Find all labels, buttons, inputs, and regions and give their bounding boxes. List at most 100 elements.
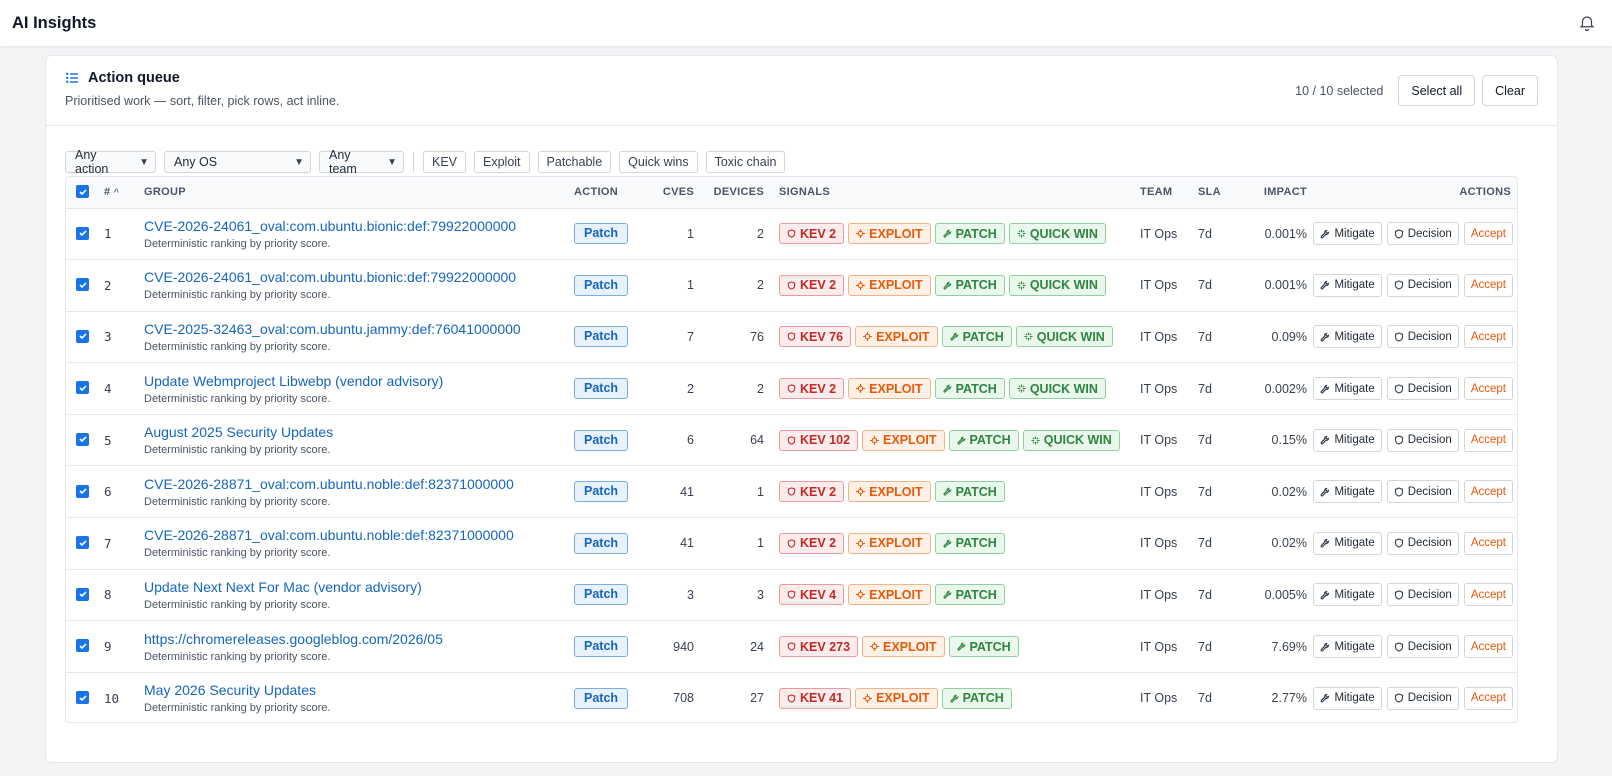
chip-quick-wins[interactable]: Quick wins <box>619 151 698 173</box>
chip-patchable[interactable]: Patchable <box>537 151 612 173</box>
action-header[interactable]: ACTION <box>574 177 640 209</box>
row-checkbox[interactable] <box>76 381 89 395</box>
clear-button[interactable]: Clear <box>1482 75 1538 106</box>
table-row[interactable]: 3 CVE-2025-32463_oval:com.ubuntu.jammy:d… <box>66 311 1517 363</box>
table-row[interactable]: 7 CVE-2026-28871_oval:com.ubuntu.noble:d… <box>66 518 1517 570</box>
accept-button[interactable]: Accept <box>1463 686 1513 710</box>
accept-button[interactable]: Accept <box>1463 583 1513 607</box>
row-checkbox[interactable] <box>76 484 89 498</box>
row-checkbox[interactable] <box>76 536 89 550</box>
accept-button[interactable]: Accept <box>1463 377 1513 401</box>
row-checkbox-cell[interactable] <box>66 363 104 415</box>
table-row[interactable]: 6 CVE-2026-28871_oval:com.ubuntu.noble:d… <box>66 466 1517 518</box>
group-link[interactable]: CVE-2026-24061_oval:com.ubuntu.bionic:de… <box>144 218 574 235</box>
decision-button[interactable]: Decision <box>1386 273 1459 297</box>
group-link[interactable]: CVE-2025-32463_oval:com.ubuntu.jammy:def… <box>144 321 574 338</box>
group-link[interactable]: Update Next Next For Mac (vendor advisor… <box>144 579 574 596</box>
decision-button[interactable]: Decision <box>1386 377 1459 401</box>
accept-button[interactable]: Accept <box>1463 325 1513 349</box>
group-link[interactable]: https://chromereleases.googleblog.com/20… <box>144 631 574 648</box>
group-link[interactable]: August 2025 Security Updates <box>144 424 574 441</box>
row-checkbox-cell[interactable] <box>66 260 104 312</box>
decision-button[interactable]: Decision <box>1386 531 1459 555</box>
table-row[interactable]: 10 May 2026 Security Updates Determinist… <box>66 672 1517 722</box>
team-header[interactable]: TEAM <box>1140 177 1198 209</box>
cves-header[interactable]: CVES <box>640 177 694 209</box>
mitigate-button[interactable]: Mitigate <box>1313 635 1382 659</box>
team-filter-select[interactable]: Any team ▼ <box>319 148 404 176</box>
select-all-checkbox-cell[interactable] <box>66 177 104 209</box>
row-checkbox[interactable] <box>76 691 89 705</box>
group-link[interactable]: CVE-2026-28871_oval:com.ubuntu.noble:def… <box>144 527 574 544</box>
row-checkbox-cell[interactable] <box>66 208 104 260</box>
row-checkbox-cell[interactable] <box>66 672 104 722</box>
devices-header[interactable]: DEVICES <box>694 177 764 209</box>
group-link[interactable]: Update Webmproject Libwebp (vendor advis… <box>144 373 574 390</box>
chip-toxic-chain[interactable]: Toxic chain <box>705 151 786 173</box>
table-row[interactable]: 8 Update Next Next For Mac (vendor advis… <box>66 569 1517 621</box>
row-checkbox-cell[interactable] <box>66 466 104 518</box>
accept-button[interactable]: Accept <box>1463 428 1513 452</box>
row-checkbox[interactable] <box>76 639 89 653</box>
row-checkbox-cell[interactable] <box>66 311 104 363</box>
decision-button[interactable]: Decision <box>1386 428 1459 452</box>
mitigate-button[interactable]: Mitigate <box>1313 377 1382 401</box>
impact-header[interactable]: IMPACT <box>1230 177 1307 209</box>
mitigate-button[interactable]: Mitigate <box>1313 531 1382 555</box>
os-filter-select[interactable]: Any OS ▼ <box>164 151 311 173</box>
mitigate-button[interactable]: Mitigate <box>1313 583 1382 607</box>
table-row[interactable]: 9 https://chromereleases.googleblog.com/… <box>66 621 1517 673</box>
num-header[interactable]: # ^ <box>104 177 144 209</box>
action-pill: Patch <box>574 223 629 245</box>
mitigate-button[interactable]: Mitigate <box>1313 325 1382 349</box>
mitigate-button[interactable]: Mitigate <box>1313 480 1382 504</box>
select-all-checkbox[interactable] <box>76 185 89 198</box>
decision-button[interactable]: Decision <box>1386 480 1459 504</box>
row-checkbox[interactable] <box>76 432 89 446</box>
bell-icon[interactable] <box>1578 14 1596 32</box>
row-checkbox[interactable] <box>76 329 89 343</box>
mitigate-label: Mitigate <box>1334 537 1375 550</box>
table-row[interactable]: 5 August 2025 Security Updates Determini… <box>66 414 1517 466</box>
mitigate-button[interactable]: Mitigate <box>1313 222 1382 246</box>
table-row[interactable]: 2 CVE-2026-24061_oval:com.ubuntu.bionic:… <box>66 260 1517 312</box>
accept-button[interactable]: Accept <box>1463 531 1513 555</box>
row-checkbox[interactable] <box>76 226 89 240</box>
group-link[interactable]: CVE-2026-28871_oval:com.ubuntu.noble:def… <box>144 476 574 493</box>
row-checkbox[interactable] <box>76 278 89 292</box>
card-header: Action queue Prioritised work — sort, fi… <box>46 56 1557 126</box>
chip-kev[interactable]: KEV <box>423 151 467 173</box>
accept-button[interactable]: Accept <box>1463 635 1513 659</box>
decision-button[interactable]: Decision <box>1386 686 1459 710</box>
group-link[interactable]: CVE-2026-24061_oval:com.ubuntu.bionic:de… <box>144 269 574 286</box>
table-row[interactable]: 4 Update Webmproject Libwebp (vendor adv… <box>66 363 1517 415</box>
action-filter-select[interactable]: Any action ▼ <box>65 148 156 176</box>
group-description: Deterministic ranking by priority score. <box>144 237 331 250</box>
row-checkbox-cell[interactable] <box>66 414 104 466</box>
row-checkbox-cell[interactable] <box>66 621 104 673</box>
accept-button[interactable]: Accept <box>1463 480 1513 504</box>
mitigate-button[interactable]: Mitigate <box>1313 686 1382 710</box>
sla-header[interactable]: SLA <box>1198 177 1230 209</box>
wrench-icon <box>956 642 965 651</box>
patch-badge: PATCH <box>934 274 1005 296</box>
row-checkbox-cell[interactable] <box>66 518 104 570</box>
devices-count: 24 <box>750 639 764 654</box>
row-checkbox[interactable] <box>76 587 89 601</box>
accept-button[interactable]: Accept <box>1463 222 1513 246</box>
accept-button[interactable]: Accept <box>1463 273 1513 297</box>
decision-button[interactable]: Decision <box>1386 635 1459 659</box>
table-row[interactable]: 1 CVE-2026-24061_oval:com.ubuntu.bionic:… <box>66 208 1517 260</box>
row-checkbox-cell[interactable] <box>66 569 104 621</box>
mitigate-button[interactable]: Mitigate <box>1313 273 1382 297</box>
decision-button[interactable]: Decision <box>1386 583 1459 607</box>
mitigate-button[interactable]: Mitigate <box>1313 428 1382 452</box>
kev-label: KEV 102 <box>800 433 851 448</box>
select-all-button[interactable]: Select all <box>1398 75 1476 106</box>
group-header[interactable]: GROUP <box>144 177 574 209</box>
group-link[interactable]: May 2026 Security Updates <box>144 682 574 699</box>
chip-exploit[interactable]: Exploit <box>474 151 530 173</box>
decision-button[interactable]: Decision <box>1386 222 1459 246</box>
team-name: IT Ops <box>1140 639 1178 654</box>
decision-button[interactable]: Decision <box>1386 325 1459 349</box>
